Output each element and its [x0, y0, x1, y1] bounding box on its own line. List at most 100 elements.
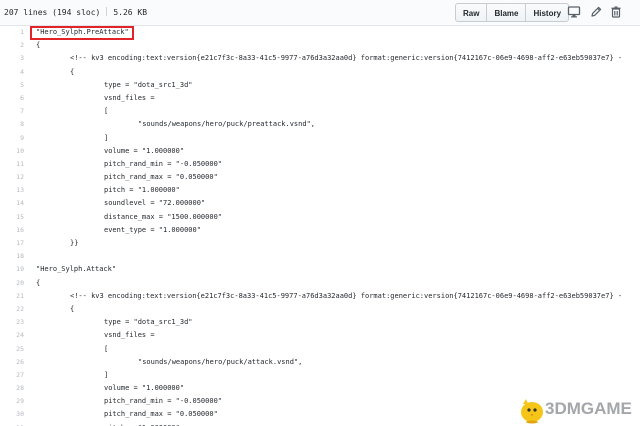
chick-logo-icon [521, 399, 543, 424]
line-number[interactable]: 26 [0, 356, 24, 369]
code-view: 1 "Hero_Sylph.PreAttack" 2{3 <!-- kv3 encod… [0, 26, 640, 426]
blame-button[interactable]: Blame [486, 3, 527, 22]
code-line: 13 pitch = "1.000000" [0, 184, 640, 197]
line-number[interactable]: 6 [0, 92, 24, 105]
code-line: 10 volume = "1.000000" [0, 145, 640, 158]
line-number[interactable]: 7 [0, 105, 24, 118]
code-text: pitch_rand_max = "0.050000" [104, 410, 218, 419]
code-text: type = "dota_src1_3d" [104, 80, 193, 89]
code-line: 4{ [0, 66, 640, 79]
code-text: ] [104, 370, 109, 379]
raw-button[interactable]: Raw [455, 3, 488, 22]
code-text: { [36, 41, 41, 50]
code-line: 7[ [0, 105, 640, 118]
code-line: 25 [ [0, 343, 640, 356]
line-count: 207 lines (194 sloc) [4, 8, 101, 17]
code-text: { [36, 278, 41, 287]
code-line: 18 [0, 250, 640, 263]
trash-icon[interactable] [609, 5, 623, 19]
code-text: <!-- kv3 encoding:text:version{e21c7f3c-… [70, 54, 623, 63]
file-size: 5.26 KB [113, 8, 148, 17]
line-number[interactable]: 18 [0, 250, 24, 263]
code-line: 19 "Hero_Sylph.Attack" [0, 263, 640, 276]
line-number[interactable]: 25 [0, 343, 24, 356]
line-number[interactable]: 3 [0, 52, 24, 65]
code-line: 12 pitch_rand_max = "0.050000" [0, 171, 640, 184]
file-info: 207 lines (194 sloc) 5.26 KB [4, 7, 147, 17]
divider [106, 7, 108, 16]
line-number[interactable]: 23 [0, 316, 24, 329]
code-line: 3 <!-- kv3 encoding:text:version{e21c7f3c… [0, 52, 640, 65]
code-text: volume = "1.000000" [104, 146, 185, 155]
code-text: event_type = "1.000000" [104, 225, 201, 234]
line-number[interactable]: 19 [0, 263, 24, 276]
line-number[interactable]: 31 [0, 422, 24, 426]
code-line: 26 "sounds/weapons/hero/puck/attack.vsnd"… [0, 356, 640, 369]
code-line: 22 { [0, 303, 640, 316]
line-number[interactable]: 4 [0, 66, 24, 79]
code-line: 17}} [0, 237, 640, 250]
code-line: 5 type = "dota_src1_3d" [0, 79, 640, 92]
code-text: type = "dota_src1_3d" [104, 318, 193, 327]
line-number[interactable]: 2 [0, 39, 24, 52]
code-text: [ [104, 344, 109, 353]
code-text: [ [104, 107, 109, 116]
line-number[interactable]: 14 [0, 197, 24, 210]
view-button-group: Raw Blame History [455, 3, 570, 22]
code-text: pitch_rand_max = "0.050000" [104, 173, 218, 182]
code-text: { [70, 67, 75, 76]
code-line: 15 distance_max = "1500.000000" [0, 211, 640, 224]
code-text: "sounds/weapons/hero/puck/attack.vsnd", [138, 357, 303, 366]
line-number[interactable]: 28 [0, 382, 24, 395]
line-number[interactable]: 16 [0, 224, 24, 237]
file-header: 207 lines (194 sloc) 5.26 KB Raw Blame Hi… [0, 0, 640, 26]
code-line: 20 { [0, 277, 640, 290]
code-text: "sounds/weapons/hero/puck/preattack.vsnd… [138, 120, 316, 129]
line-number[interactable]: 9 [0, 132, 24, 145]
watermark-text: 3DMGAME [545, 399, 632, 418]
code-line: 24 vsnd_files = [0, 329, 640, 342]
code-text: vsnd_files = [104, 331, 155, 340]
code-line: 27] [0, 369, 640, 382]
desktop-icon[interactable] [567, 5, 581, 19]
pencil-icon[interactable] [589, 5, 603, 19]
code-line: 16 event_type = "1.000000" [0, 224, 640, 237]
code-text: volume = "1.000000" [104, 384, 185, 393]
highlight-box [30, 26, 134, 40]
line-number[interactable]: 17 [0, 237, 24, 250]
line-number[interactable]: 12 [0, 171, 24, 184]
line-number[interactable]: 10 [0, 145, 24, 158]
code-text: }} [70, 239, 79, 247]
code-text: "Hero_Sylph.Attack" [36, 265, 117, 274]
line-number[interactable]: 21 [0, 290, 24, 303]
line-number[interactable]: 5 [0, 79, 24, 92]
code-line: 11 pitch_rand_min = "-0.050000" [0, 158, 640, 171]
code-text: pitch = "1.000000" [104, 422, 180, 426]
line-number[interactable]: 29 [0, 395, 24, 408]
code-text: vsnd_files = [104, 93, 155, 102]
code-line: 21 <!-- kv3 encoding:text:version{e21c7f3… [0, 290, 640, 303]
code-text: <!-- kv3 encoding:text:version{e21c7f3c-… [70, 291, 623, 300]
code-text: { [70, 304, 75, 313]
code-line: 2{ [0, 39, 640, 52]
line-number[interactable]: 20 [0, 277, 24, 290]
code-line: 8 "sounds/weapons/hero/puck/preattack.vsn… [0, 118, 640, 131]
code-text: distance_max = "1500.000000" [104, 212, 223, 221]
code-line: 6 vsnd_files = [0, 92, 640, 105]
line-number[interactable]: 13 [0, 184, 24, 197]
line-number[interactable]: 30 [0, 408, 24, 421]
watermark: 3DMGAME [517, 394, 640, 426]
line-number[interactable]: 24 [0, 329, 24, 342]
history-button[interactable]: History [525, 3, 570, 22]
line-number[interactable]: 27 [0, 369, 24, 382]
code-text: pitch_rand_min = "-0.050000" [104, 397, 223, 406]
line-number[interactable]: 1 [0, 26, 24, 39]
line-number[interactable]: 15 [0, 211, 24, 224]
line-number[interactable]: 22 [0, 303, 24, 316]
code-text: pitch = "1.000000" [104, 186, 180, 195]
code-line: 9] [0, 132, 640, 145]
line-number[interactable]: 11 [0, 158, 24, 171]
line-number[interactable]: 8 [0, 118, 24, 131]
code-line: 14 soundlevel = "72.000000" [0, 197, 640, 210]
code-text: pitch_rand_min = "-0.050000" [104, 159, 223, 168]
